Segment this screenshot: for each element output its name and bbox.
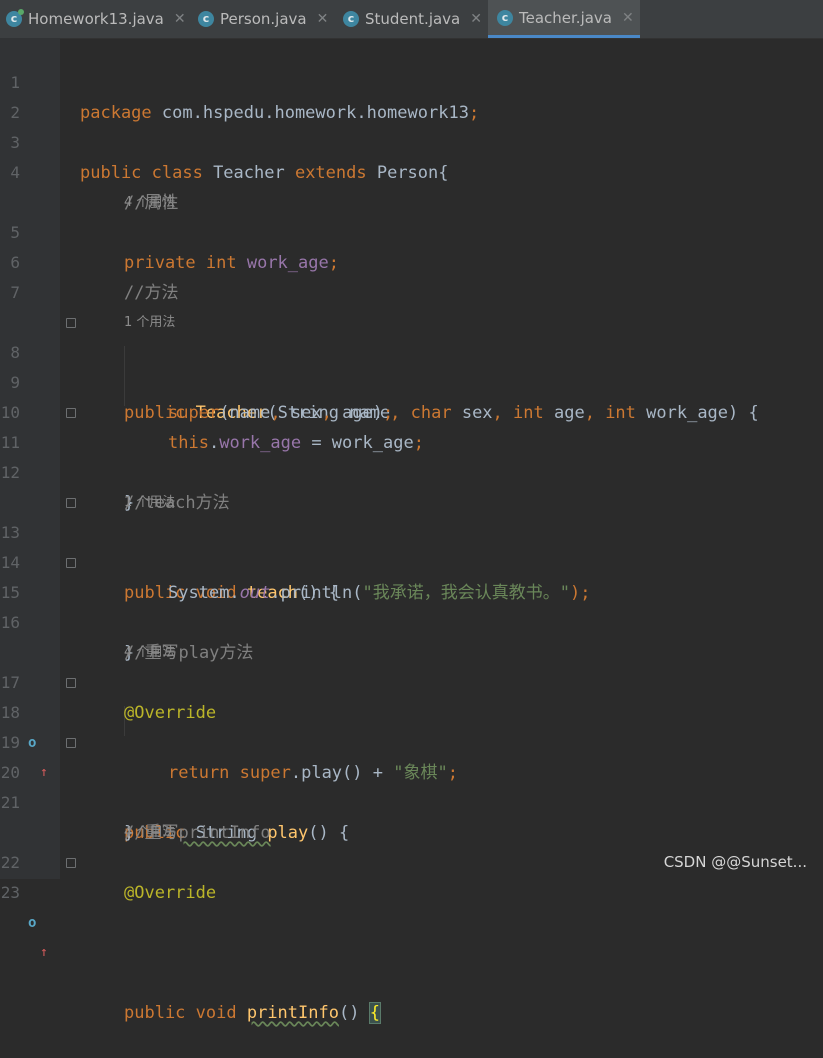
code-line: 9 super(name, sex, age); bbox=[0, 338, 823, 423]
code-text: public void printInfo() { bbox=[124, 1002, 381, 1024]
tab-teacher[interactable]: c Teacher.java ✕ bbox=[488, 0, 640, 38]
tab-student[interactable]: c Student.java ✕ bbox=[343, 0, 485, 38]
fold-icon[interactable] bbox=[66, 498, 76, 508]
code-line: 1 package com.hspedu.homework.homework13… bbox=[0, 38, 823, 123]
class-icon-letter: c bbox=[10, 12, 18, 25]
code-line: 3 public class Teacher extends Person{ bbox=[0, 98, 823, 183]
class-icon-letter: c bbox=[501, 10, 509, 24]
usage-hint-row: 1 个用法 bbox=[0, 458, 823, 510]
code-line: 14 System.out.println("我承诺，我会认真教书。"); bbox=[0, 518, 823, 603]
code-editor[interactable]: 1 package com.hspedu.homework.homework13… bbox=[0, 38, 823, 1024]
code-line: 2 bbox=[0, 68, 823, 122]
code-line: 18 o ↑ public String play() { bbox=[0, 668, 823, 843]
code-line: 22 @Override bbox=[0, 818, 823, 903]
override-marker-icon[interactable]: o bbox=[28, 908, 36, 938]
close-icon[interactable]: ✕ bbox=[470, 11, 482, 27]
java-class-icon: c bbox=[198, 11, 214, 27]
code-line: 21 //重写printInfo bbox=[0, 758, 823, 843]
tab-homework13[interactable]: c Homework13.java ✕ bbox=[6, 0, 188, 38]
code-line: 7 bbox=[0, 248, 823, 302]
class-icon-letter: c bbox=[202, 12, 210, 25]
usage-hint-row: 4 个用法 bbox=[0, 158, 823, 210]
java-class-icon: c bbox=[343, 11, 359, 27]
tab-label: Homework13.java bbox=[28, 10, 164, 28]
tab-label: Teacher.java bbox=[519, 8, 613, 27]
code-line: 4 //属性 bbox=[0, 128, 823, 213]
code-line: 5 private int work_age; bbox=[0, 188, 823, 273]
fold-icon[interactable] bbox=[66, 318, 76, 328]
fold-icon[interactable] bbox=[66, 408, 76, 418]
code-line: 10 this.work_age = work_age; bbox=[0, 368, 823, 453]
matched-brace: { bbox=[368, 1002, 381, 1024]
annotation: @Override bbox=[124, 883, 217, 903]
fold-icon[interactable] bbox=[66, 738, 76, 748]
up-arrow-icon[interactable]: ↑ bbox=[40, 938, 48, 968]
line-number: 23 bbox=[0, 883, 20, 902]
code-line: 13 public void teach() { bbox=[0, 488, 823, 603]
close-icon[interactable]: ✕ bbox=[317, 11, 329, 27]
tab-person[interactable]: c Person.java ✕ bbox=[198, 0, 334, 38]
code-line: 11 } bbox=[0, 398, 823, 513]
usage-hint-row: 4 个用法 bbox=[0, 788, 823, 840]
tab-label: Student.java bbox=[365, 10, 461, 28]
code-line: 17 @Override bbox=[0, 638, 823, 723]
java-main-class-icon: c bbox=[6, 9, 24, 27]
fold-icon[interactable] bbox=[66, 858, 76, 868]
usage-hint-row: 4 个用法 bbox=[0, 608, 823, 660]
tab-label: Person.java bbox=[220, 10, 307, 28]
fold-icon[interactable] bbox=[66, 558, 76, 568]
code-line: 6 //方法 bbox=[0, 218, 823, 303]
code-line: 16 //重写play方法 bbox=[0, 578, 823, 663]
editor-tab-bar: c Homework13.java ✕ c Person.java ✕ c St… bbox=[0, 0, 823, 39]
code-line: 12 //teach方法 bbox=[0, 428, 823, 513]
watermark: CSDN @@Sunset... bbox=[663, 853, 807, 871]
java-class-icon: c bbox=[497, 9, 513, 26]
close-icon[interactable]: ✕ bbox=[174, 11, 186, 27]
code-line: 19 return super.play() + "象棋"; bbox=[0, 698, 823, 783]
usage-hint-row: 1 个用法 bbox=[0, 278, 823, 330]
close-icon[interactable]: ✕ bbox=[622, 10, 634, 26]
fold-icon[interactable] bbox=[66, 678, 76, 688]
class-icon-letter: c bbox=[347, 12, 355, 25]
code-line: 15 } bbox=[0, 548, 823, 663]
code-line: 8 public Teacher(String name, char sex, … bbox=[0, 308, 823, 423]
code-line: 20 } bbox=[0, 728, 823, 843]
